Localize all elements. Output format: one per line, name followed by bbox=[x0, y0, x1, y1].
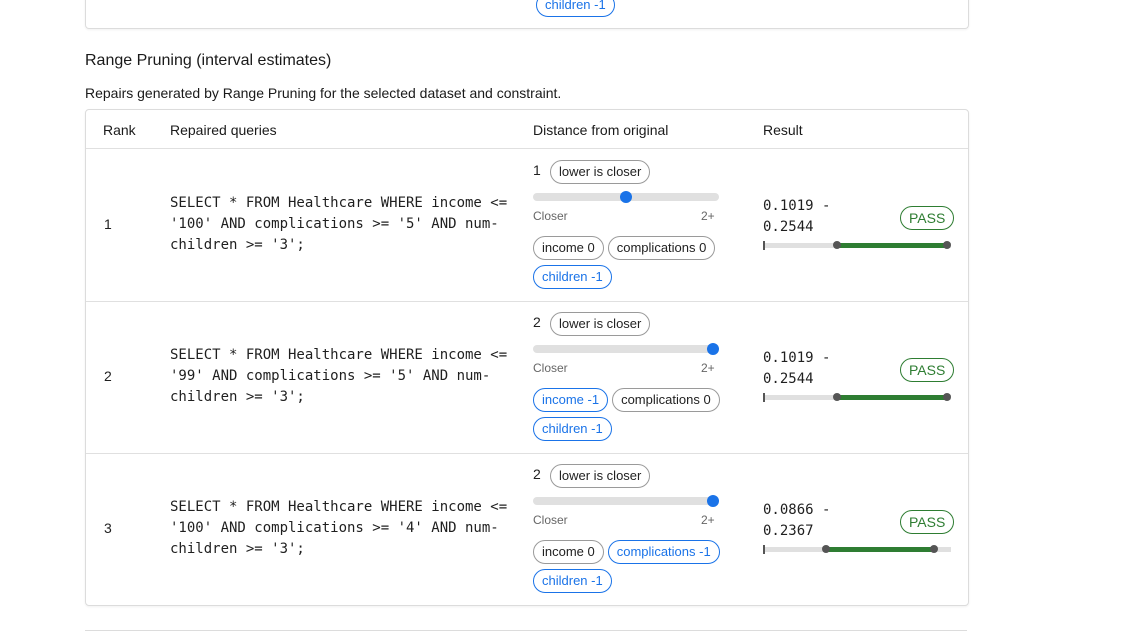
range-low-marker bbox=[832, 241, 841, 249]
range-low-marker bbox=[832, 393, 841, 401]
chip-children: children -1 bbox=[533, 569, 612, 593]
header-rank: Rank bbox=[103, 122, 136, 138]
result-high: 0.2544 bbox=[763, 219, 814, 235]
lower-is-closer-chip: lower is closer bbox=[550, 312, 651, 336]
slider-min-label: Closer bbox=[533, 513, 568, 527]
next-section-divider bbox=[85, 630, 967, 631]
result-interval: 0.1019 - 0.2544 bbox=[763, 196, 830, 238]
range-fill bbox=[836, 243, 947, 248]
attribute-chips: income 0 complications -1 children -1 bbox=[533, 540, 743, 593]
attribute-chips: income 0 complications 0 children -1 bbox=[533, 236, 743, 289]
chip-children: children -1 bbox=[533, 265, 612, 289]
header-distance: Distance from original bbox=[533, 122, 669, 138]
section-description: Repairs generated by Range Pruning for t… bbox=[85, 85, 562, 101]
slider-thumb[interactable] bbox=[707, 495, 719, 507]
status-badge: PASS bbox=[900, 510, 955, 534]
result-low: 0.1019 - bbox=[763, 350, 831, 366]
slider-thumb[interactable] bbox=[620, 191, 632, 203]
status-badge: PASS bbox=[900, 358, 955, 382]
chip-income: income 0 bbox=[533, 540, 604, 564]
result-low: 0.0866 - bbox=[763, 502, 831, 518]
result-range-bar bbox=[763, 241, 951, 250]
result-high: 0.2367 bbox=[763, 523, 814, 539]
range-fill bbox=[836, 395, 947, 400]
range-high-marker bbox=[942, 241, 951, 249]
repaired-query: SELECT * FROM Healthcare WHERE income <=… bbox=[170, 195, 508, 253]
chip-complications: complications 0 bbox=[612, 388, 720, 412]
slider-min-label: Closer bbox=[533, 361, 568, 375]
result-low: 0.1019 - bbox=[763, 198, 831, 214]
header-result: Result bbox=[763, 122, 803, 138]
result-range-bar bbox=[763, 393, 951, 402]
chip-complications: complications -1 bbox=[607, 540, 720, 564]
row-rank: 2 bbox=[104, 368, 112, 384]
repaired-query: SELECT * FROM Healthcare WHERE income <=… bbox=[170, 499, 508, 557]
table-header: Rank Repaired queries Distance from orig… bbox=[86, 110, 968, 149]
range-origin-tick bbox=[763, 241, 765, 250]
row-rank: 3 bbox=[104, 520, 112, 536]
slider-max-label: 2+ bbox=[701, 361, 715, 375]
distance-slider[interactable] bbox=[533, 343, 719, 355]
attribute-chips: income -1 complications 0 children -1 bbox=[533, 388, 743, 441]
lower-is-closer-chip: lower is closer bbox=[550, 464, 651, 488]
distance-number: 1 bbox=[533, 162, 541, 178]
result-interval: 0.0866 - 0.2367 bbox=[763, 500, 830, 542]
distance-slider[interactable] bbox=[533, 191, 719, 203]
range-high-marker bbox=[942, 393, 951, 401]
distance-number: 2 bbox=[533, 466, 541, 482]
range-origin-tick bbox=[763, 393, 765, 402]
chip-complications: complications 0 bbox=[607, 236, 716, 260]
distance-slider[interactable] bbox=[533, 495, 719, 507]
chip-income: income 0 bbox=[533, 236, 604, 260]
previous-chip-children: children -1 bbox=[536, 0, 615, 17]
chip-income: income -1 bbox=[533, 388, 609, 412]
result-interval: 0.1019 - 0.2544 bbox=[763, 348, 830, 390]
range-fill bbox=[825, 547, 935, 552]
chip-children: children -1 bbox=[533, 417, 612, 441]
result-range-bar bbox=[763, 545, 951, 554]
previous-results-card: children -1 bbox=[85, 0, 969, 29]
slider-max-label: 2+ bbox=[701, 209, 715, 223]
range-low-marker bbox=[821, 545, 830, 553]
repaired-query: SELECT * FROM Healthcare WHERE income <=… bbox=[170, 347, 508, 405]
row-rank: 1 bbox=[104, 216, 112, 232]
repairs-table: Rank Repaired queries Distance from orig… bbox=[85, 109, 969, 606]
range-high-marker bbox=[930, 545, 939, 553]
lower-is-closer-chip: lower is closer bbox=[550, 160, 651, 184]
section-title: Range Pruning (interval estimates) bbox=[85, 52, 332, 69]
result-high: 0.2544 bbox=[763, 371, 814, 387]
slider-max-label: 2+ bbox=[701, 513, 715, 527]
slider-thumb[interactable] bbox=[707, 343, 719, 355]
header-repaired-queries: Repaired queries bbox=[170, 122, 277, 138]
table-row: 3 SELECT * FROM Healthcare WHERE income … bbox=[86, 453, 968, 605]
range-origin-tick bbox=[763, 545, 765, 554]
slider-min-label: Closer bbox=[533, 209, 568, 223]
status-badge: PASS bbox=[900, 206, 955, 230]
distance-number: 2 bbox=[533, 314, 541, 330]
table-row: 1 SELECT * FROM Healthcare WHERE income … bbox=[86, 149, 968, 302]
table-row: 2 SELECT * FROM Healthcare WHERE income … bbox=[86, 301, 968, 454]
